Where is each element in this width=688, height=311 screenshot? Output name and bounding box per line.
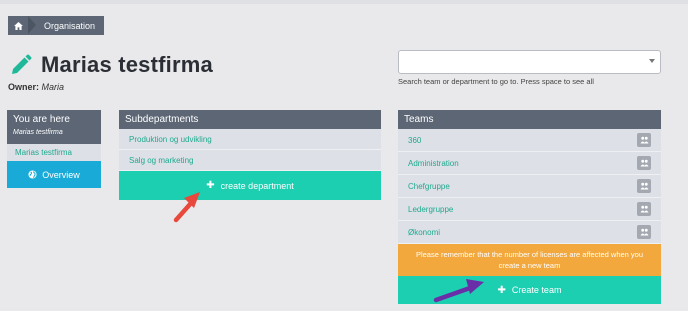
team-name: Ledergruppe [408,204,454,214]
overview-button[interactable]: Overview [7,161,101,188]
breadcrumb-separator [28,16,38,35]
team-name: Chefgruppe [408,181,450,191]
create-team-label: Create team [511,285,562,295]
subdepartments-panel: Subdepartments Produktion og udvikling S… [119,110,381,200]
breadcrumb-home[interactable] [8,16,29,35]
location-link[interactable]: Marias testfirma [7,144,101,161]
team-item[interactable]: Ledergruppe [398,198,661,221]
breadcrumb: Organisation [8,16,105,35]
team-name: Administration [408,158,459,168]
owner-info: Owner: Maria [8,82,64,92]
breadcrumb-organisation[interactable]: Organisation [38,16,105,35]
team-members-icon[interactable] [637,202,651,216]
search-hint: Search team or department to go to. Pres… [398,77,594,86]
dropdown-caret-icon [649,59,655,63]
current-location: Marias testfirma [7,129,101,144]
teams-heading: Teams [398,110,661,129]
subdepartment-item[interactable]: Produktion og udvikling [119,129,381,150]
team-members-icon[interactable] [637,225,651,239]
subdepartments-heading: Subdepartments [119,110,381,129]
team-members-icon[interactable] [637,156,651,170]
owner-name: Maria [41,82,65,92]
home-icon [14,21,23,30]
search-select[interactable] [398,50,661,74]
license-notice: Please remember that the number of licen… [398,244,661,276]
team-name: 360 [408,135,422,145]
team-members-icon[interactable] [637,133,651,147]
plus-icon: ✚ [497,284,506,296]
purple-arrow-annotation [433,279,484,303]
overview-label: Overview [42,169,80,180]
page-header: Marias testfirma [10,52,213,78]
teams-panel: Teams 360 Administration Chefgruppe Lede… [398,110,661,304]
you-are-here-heading: You are here [7,110,101,129]
subdepartment-item[interactable]: Salg og marketing [119,150,381,171]
page-title: Marias testfirma [41,52,213,77]
create-department-label: create department [220,180,294,191]
team-item[interactable]: Chefgruppe [398,175,661,198]
pencil-icon[interactable] [10,54,32,76]
red-arrow-annotation [173,192,200,223]
team-item[interactable]: Administration [398,152,661,175]
top-strip [0,0,688,4]
owner-label: Owner: [8,82,40,92]
globe-icon [28,170,37,179]
you-are-here-panel: You are here Marias testfirma Marias tes… [7,110,101,188]
team-name: Økonomi [408,227,441,237]
team-members-icon[interactable] [637,179,651,193]
create-department-button[interactable]: ✚ create department [119,171,381,200]
team-item[interactable]: 360 [398,129,661,152]
team-item[interactable]: Økonomi [398,221,661,244]
